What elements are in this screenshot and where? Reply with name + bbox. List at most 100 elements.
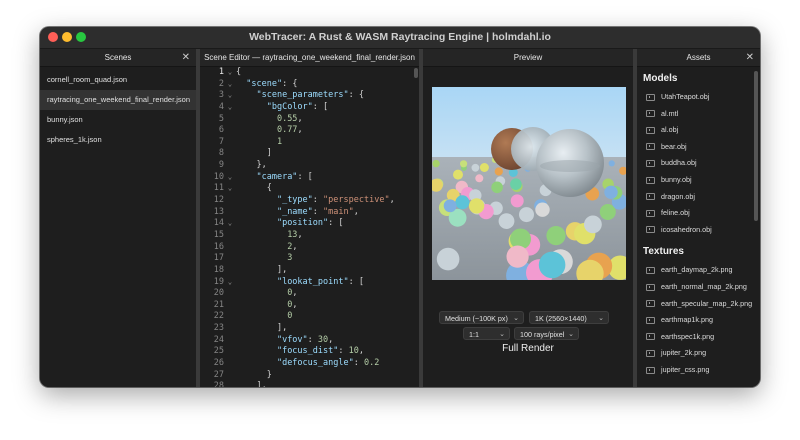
asset-item[interactable]: bunny.obj	[643, 172, 760, 189]
asset-item[interactable]: buddha.obj	[643, 155, 760, 172]
scene-sphere	[519, 207, 534, 223]
scene-sphere	[475, 174, 484, 183]
scene-sphere	[498, 213, 515, 229]
code-line: 14 ⌄ "position": [	[200, 218, 419, 230]
code-text: ],	[256, 381, 267, 387]
code-text: 0,	[287, 288, 298, 299]
quality-select[interactable]: Medium (~100K px) ⌄	[439, 311, 524, 324]
fold-chevron-icon[interactable]: ⌄	[224, 102, 236, 114]
file-icon	[646, 110, 655, 118]
file-icon	[646, 283, 655, 291]
chevron-down-icon: ⌄	[568, 331, 574, 338]
line-number: 23	[213, 323, 224, 334]
code-editor[interactable]: 1 ⌄{2 ⌄ "scene": {3 ⌄ "scene_parameters": {…	[200, 67, 419, 387]
code-line: 2 ⌄ "scene": {	[200, 79, 419, 91]
rays-select[interactable]: 100 rays/pixel ⌄	[514, 327, 579, 340]
minimize-window-button[interactable]	[62, 32, 72, 42]
aspect-select[interactable]: 1:1 ⌄	[463, 327, 510, 340]
asset-label: earth_specular_map_2k.png	[661, 298, 753, 308]
code-text: "scene": {	[246, 78, 298, 89]
resolution-select[interactable]: 1K (2560×1440) ⌄	[529, 311, 609, 324]
asset-label: bunny.obj	[661, 174, 692, 184]
assets-scrollbar[interactable]	[754, 71, 758, 221]
fold-chevron-icon[interactable]: ⌄	[224, 90, 236, 102]
asset-item[interactable]: earth_specular_map_2k.png	[643, 296, 760, 313]
assets-pane: Assets ✕ Models UtahTeapot.obj al.mtl al.o…	[637, 49, 760, 387]
scene-item[interactable]: spheres_1k.json	[40, 130, 196, 150]
editor-scrollbar[interactable]	[414, 68, 418, 78]
scene-item[interactable]: raytracing_one_weekend_final_render.json	[40, 90, 196, 110]
fold-chevron-icon[interactable]: ⌄	[224, 277, 236, 289]
code-line: 23 ],	[200, 323, 419, 335]
asset-label: feline.obj	[661, 208, 690, 218]
line-number: 6	[218, 125, 224, 136]
window-title: WebTracer: A Rust & WASM Raytracing Engi…	[249, 31, 551, 43]
fold-chevron-icon[interactable]: ⌄	[224, 79, 236, 91]
asset-item[interactable]: UtahTeapot.obj	[643, 89, 760, 106]
asset-label: earth_daymap_2k.png	[661, 265, 733, 275]
asset-item[interactable]: feline.obj	[643, 205, 760, 222]
preview-header: Preview	[423, 49, 633, 67]
maximize-window-button[interactable]	[76, 32, 86, 42]
asset-item[interactable]: al.mtl	[643, 106, 760, 123]
asset-item[interactable]: jupiter_css.png	[643, 362, 760, 379]
render-preview-image	[432, 87, 626, 280]
close-scenes-icon[interactable]: ✕	[182, 49, 190, 66]
scenes-header: Scenes ✕	[40, 49, 196, 67]
code-text: 0.77,	[276, 125, 303, 136]
chevron-down-icon: ⌄	[598, 315, 604, 322]
code-line: 13 "_name": "main",	[200, 207, 419, 219]
fold-chevron-icon[interactable]: ⌄	[224, 183, 236, 195]
scene-sphere	[443, 199, 457, 213]
asset-label: jupiter_css.png	[661, 364, 710, 374]
editor-title: Scene Editor — raytracing_one_weekend_fi…	[204, 53, 415, 62]
scene-item[interactable]: cornell_room_quad.json	[40, 70, 196, 90]
fold-chevron-icon[interactable]: ⌄	[224, 218, 236, 230]
file-icon	[646, 366, 655, 374]
fold-chevron-icon[interactable]: ⌄	[224, 172, 236, 184]
line-number: 11	[213, 183, 224, 194]
line-number: 19	[213, 276, 224, 287]
textures-heading: Textures	[643, 246, 684, 258]
code-text: 0,	[287, 299, 298, 310]
asset-item[interactable]: icosahedron.obj	[643, 222, 760, 239]
code-text: 1	[276, 136, 283, 147]
code-line: 15 13,	[200, 230, 419, 242]
line-number: 22	[213, 311, 224, 322]
scene-sphere	[453, 169, 463, 180]
asset-item[interactable]: earthspec1k.png	[643, 329, 760, 346]
line-number: 28	[213, 381, 224, 387]
scene-item[interactable]: bunny.json	[40, 110, 196, 130]
scene-sphere	[608, 160, 615, 167]
asset-item[interactable]: dragon.obj	[643, 189, 760, 206]
file-icon	[646, 333, 655, 341]
close-window-button[interactable]	[48, 32, 58, 42]
code-line: 7 1	[200, 137, 419, 149]
line-number: 14	[213, 218, 224, 229]
asset-item[interactable]: jupiter_2k.png	[643, 345, 760, 362]
resolution-select-value: 1K (2560×1440)	[535, 314, 587, 323]
close-assets-icon[interactable]: ✕	[746, 49, 754, 66]
asset-item[interactable]: al.obj	[643, 122, 760, 139]
scene-sphere	[468, 198, 485, 214]
title-bar: WebTracer: A Rust & WASM Raytracing Engi…	[40, 27, 760, 49]
scene-sphere	[510, 178, 522, 190]
asset-item[interactable]: bear.obj	[643, 139, 760, 156]
asset-item[interactable]: earthmap1k.png	[643, 312, 760, 329]
file-icon	[646, 126, 655, 134]
line-number: 5	[218, 113, 224, 124]
fold-chevron-icon[interactable]: ⌄	[224, 67, 236, 79]
full-render-button[interactable]: Full Render	[423, 343, 633, 354]
asset-item[interactable]: earth_daymap_2k.png	[643, 262, 760, 279]
asset-item[interactable]: earth_normal_map_2k.png	[643, 279, 760, 296]
code-text: 2,	[287, 241, 298, 252]
line-number: 1	[218, 67, 224, 77]
